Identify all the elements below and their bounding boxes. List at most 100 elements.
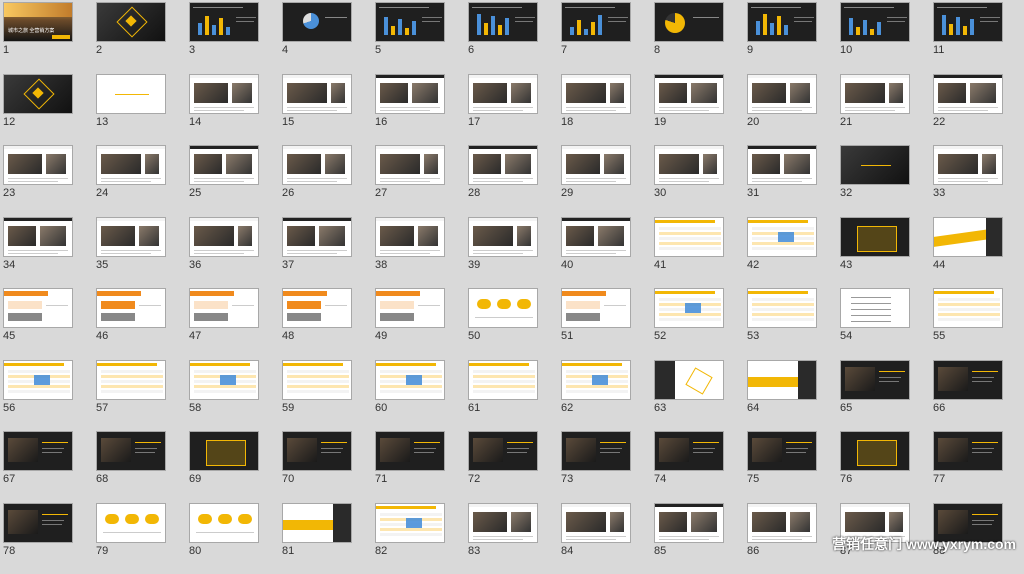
slide-thumbnail-83[interactable] [468,503,538,543]
slide-thumbnail-70[interactable] [282,431,352,471]
slide-cell: 9 [747,2,840,74]
slide-thumbnail-7[interactable] [561,2,631,42]
slide-thumbnail-52[interactable] [654,288,724,328]
slide-thumbnail-33[interactable] [933,145,1003,185]
slide-thumbnail-64[interactable] [747,360,817,400]
header-strip [283,75,352,78]
slide-thumbnail-74[interactable] [654,431,724,471]
slide-thumbnail-42[interactable] [747,217,817,257]
slide-thumbnail-73[interactable] [561,431,631,471]
slide-thumbnail-57[interactable] [96,360,166,400]
slide-thumbnail-6[interactable] [468,2,538,42]
table-row [194,390,256,393]
slide-cell: 58 [189,360,282,432]
slide-thumbnail-36[interactable] [189,217,259,257]
slide-thumbnail-12[interactable] [3,74,73,114]
slide-thumbnail-78[interactable] [3,503,73,543]
slide-thumbnail-16[interactable] [375,74,445,114]
slide-thumbnail-25[interactable] [189,145,259,185]
slide-thumbnail-58[interactable] [189,360,259,400]
slide-thumbnail-3[interactable] [189,2,259,42]
slide-thumbnail-24[interactable] [96,145,166,185]
slide-thumbnail-51[interactable] [561,288,631,328]
slide-cell: 17 [468,74,561,146]
slide-thumbnail-77[interactable] [933,431,1003,471]
slide-thumbnail-41[interactable] [654,217,724,257]
slide-thumbnail-19[interactable] [654,74,724,114]
slide-thumbnail-61[interactable] [468,360,538,400]
slide-thumbnail-79[interactable] [96,503,166,543]
slide-thumbnail-65[interactable] [840,360,910,400]
photo [938,367,968,391]
slide-thumbnail-22[interactable] [933,74,1003,114]
slide-thumbnail-9[interactable] [747,2,817,42]
slide-thumbnail-4[interactable] [282,2,352,42]
slide-thumbnail-34[interactable] [3,217,73,257]
slide-number: 46 [96,330,108,342]
slide-thumbnail-85[interactable] [654,503,724,543]
slide-thumbnail-27[interactable] [375,145,445,185]
slide-thumbnail-30[interactable] [654,145,724,185]
slide-thumbnail-55[interactable] [933,288,1003,328]
slide-thumbnail-10[interactable] [840,2,910,42]
slide-thumbnail-68[interactable] [96,431,166,471]
slide-cell: 22 [933,74,1024,146]
slide-thumbnail-39[interactable] [468,217,538,257]
slide-thumbnail-47[interactable] [189,288,259,328]
slide-thumbnail-49[interactable] [375,288,445,328]
slide-thumbnail-13[interactable] [96,74,166,114]
slide-thumbnail-32[interactable] [840,145,910,185]
slide-thumbnail-72[interactable] [468,431,538,471]
slide-thumbnail-66[interactable] [933,360,1003,400]
slide-thumbnail-67[interactable] [3,431,73,471]
slide-thumbnail-45[interactable] [3,288,73,328]
slide-thumbnail-38[interactable] [375,217,445,257]
slide-thumbnail-31[interactable] [747,145,817,185]
slide-thumbnail-50[interactable] [468,288,538,328]
slide-thumbnail-80[interactable] [189,503,259,543]
orange-header [4,291,48,296]
slide-thumbnail-40[interactable] [561,217,631,257]
slide-thumbnail-15[interactable] [282,74,352,114]
slide-thumbnail-11[interactable] [933,2,1003,42]
slide-thumbnail-28[interactable] [468,145,538,185]
slide-thumbnail-63[interactable] [654,360,724,400]
slide-thumbnail-21[interactable] [840,74,910,114]
text-line [566,178,626,179]
slide-thumbnail-48[interactable] [282,288,352,328]
slide-thumbnail-56[interactable] [3,360,73,400]
slide-thumbnail-43[interactable] [840,217,910,257]
slide-thumbnail-53[interactable] [747,288,817,328]
slide-thumbnail-29[interactable] [561,145,631,185]
slide-thumbnail-69[interactable] [189,431,259,471]
slide-thumbnail-59[interactable] [282,360,352,400]
slide-thumbnail-17[interactable] [468,74,538,114]
slide-thumbnail-46[interactable] [96,288,166,328]
slide-thumbnail-18[interactable] [561,74,631,114]
slide-thumbnail-20[interactable] [747,74,817,114]
slide-thumbnail-26[interactable] [282,145,352,185]
slide-thumbnail-71[interactable] [375,431,445,471]
slide-thumbnail-84[interactable] [561,503,631,543]
slide-thumbnail-82[interactable] [375,503,445,543]
slide-thumbnail-23[interactable] [3,145,73,185]
slide-thumbnail-81[interactable] [282,503,352,543]
slide-thumbnail-54[interactable] [840,288,910,328]
slide-thumbnail-1[interactable]: 城市之旅 全营销方案 [3,2,73,42]
slide-thumbnail-8[interactable] [654,2,724,42]
slide-thumbnail-76[interactable] [840,431,910,471]
photo [331,83,345,103]
slide-thumbnail-60[interactable] [375,360,445,400]
slide-thumbnail-2[interactable] [96,2,166,42]
slide-thumbnail-75[interactable] [747,431,817,471]
text-line [515,17,535,18]
slide-thumbnail-37[interactable] [282,217,352,257]
slide-thumbnail-14[interactable] [189,74,259,114]
slide-thumbnail-62[interactable] [561,360,631,400]
slide-thumbnail-86[interactable] [747,503,817,543]
slide-thumbnail-5[interactable] [375,2,445,42]
slide-thumbnail-35[interactable] [96,217,166,257]
text-line [414,448,436,449]
slide-number: 8 [654,44,660,56]
slide-thumbnail-44[interactable] [933,217,1003,257]
